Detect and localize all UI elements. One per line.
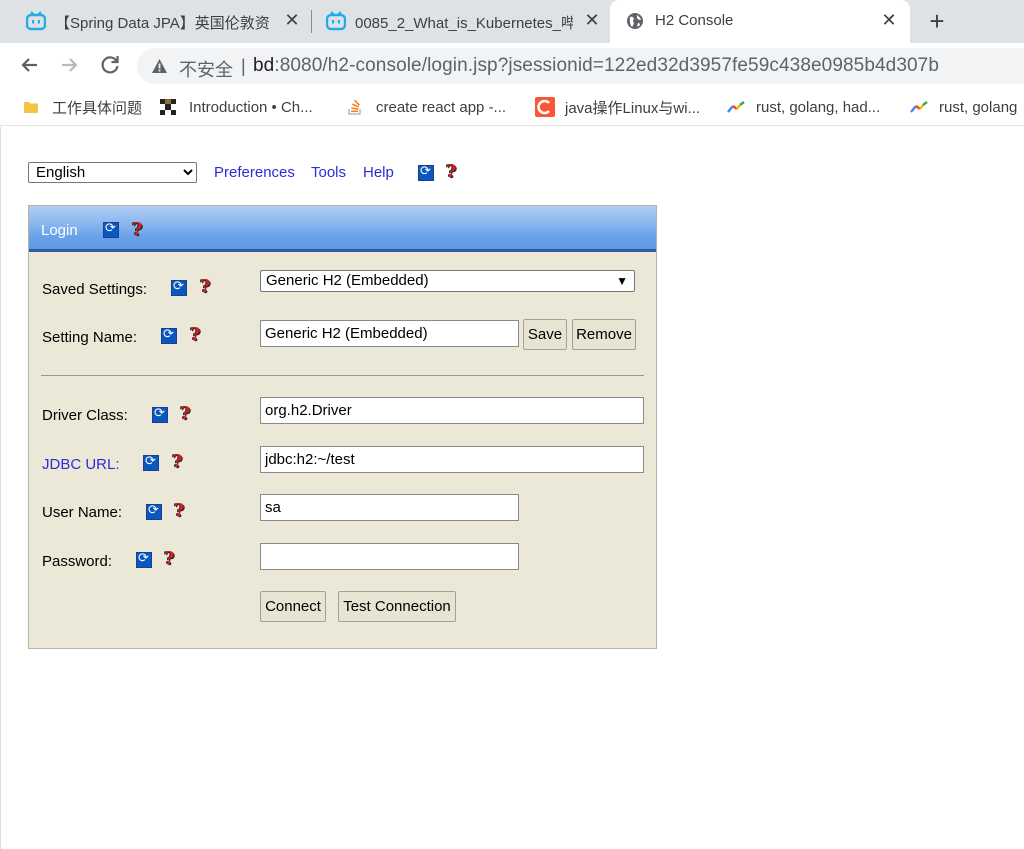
folder-icon bbox=[24, 102, 38, 113]
tab-strip: 【Spring Data JPA】英国伦敦资 ✕ 0085_2_What_is_… bbox=[0, 0, 1024, 43]
bookmark-work-issues[interactable]: 工作具体问题 bbox=[23, 97, 142, 117]
driver-class-field[interactable] bbox=[260, 397, 644, 424]
browser-toolbar: 不安全 | bd:8080/h2-console/login.jsp?jsess… bbox=[0, 43, 1024, 88]
bookmark-label: java操作Linux与wi... bbox=[565, 99, 701, 117]
bilibili-icon bbox=[26, 11, 46, 31]
tab-spring-data-jpa[interactable]: 【Spring Data JPA】英国伦敦资 ✕ bbox=[0, 0, 308, 43]
help-icon[interactable]: ? bbox=[172, 453, 184, 471]
tools-link[interactable]: Tools bbox=[311, 164, 346, 181]
bookmark-java-linux[interactable]: java操作Linux与wi... bbox=[535, 97, 700, 117]
tab-title: H2 Console bbox=[655, 12, 734, 29]
help-icon[interactable]: ? bbox=[174, 502, 186, 520]
saved-settings-select[interactable]: Generic H2 (Embedded) ▼ bbox=[260, 270, 635, 292]
driver-class-label: Driver Class: bbox=[42, 407, 128, 424]
url-path: :8080/h2-console/login.jsp?jsessionid=12… bbox=[274, 55, 939, 76]
remove-button[interactable]: Remove bbox=[572, 319, 636, 350]
csdn-icon bbox=[535, 97, 555, 117]
jdbc-url-label[interactable]: JDBC URL: bbox=[42, 456, 120, 473]
password-label: Password: bbox=[42, 553, 113, 570]
refresh-icon[interactable] bbox=[136, 551, 152, 568]
bookmarks-bar: 工作具体问题 Introduction • Ch... create react… bbox=[0, 88, 1024, 126]
new-tab-button[interactable]: + bbox=[925, 6, 949, 36]
bookmark-rust-golang-had[interactable]: rust, golang, had... bbox=[727, 97, 880, 117]
chevron-down-icon: ▼ bbox=[616, 274, 628, 288]
bookmark-label: Introduction • Ch... bbox=[189, 98, 313, 116]
refresh-icon[interactable] bbox=[143, 454, 159, 471]
globe-icon bbox=[627, 13, 643, 29]
url-text[interactable]: bd:8080/h2-console/login.jsp?jsessionid=… bbox=[253, 55, 939, 77]
close-icon[interactable]: ✕ bbox=[879, 9, 899, 31]
bookmark-create-react-app[interactable]: create react app -... bbox=[347, 97, 506, 117]
language-select[interactable]: English bbox=[28, 162, 197, 183]
login-panel: Login ? Saved Settings: ? Generic H2 (Em… bbox=[28, 205, 657, 649]
trends-icon bbox=[910, 101, 928, 113]
test-connection-button[interactable]: Test Connection bbox=[338, 591, 456, 622]
refresh-icon[interactable] bbox=[418, 164, 434, 181]
saved-settings-value: Generic H2 (Embedded) bbox=[266, 272, 429, 289]
refresh-icon[interactable] bbox=[171, 279, 187, 296]
book-icon bbox=[160, 99, 176, 115]
password-field[interactable] bbox=[260, 543, 519, 570]
setting-name-label: Setting Name: bbox=[42, 329, 138, 346]
bookmark-label: rust, golang, had... bbox=[756, 98, 881, 116]
bilibili-icon bbox=[326, 11, 346, 31]
address-bar[interactable]: 不安全 | bd:8080/h2-console/login.jsp?jsess… bbox=[137, 48, 1024, 84]
login-header: Login ? bbox=[29, 206, 656, 252]
connect-button[interactable]: Connect bbox=[260, 591, 326, 622]
help-icon[interactable]: ? bbox=[190, 326, 202, 344]
help-icon[interactable]: ? bbox=[446, 163, 458, 181]
bookmark-label: rust, golang bbox=[939, 98, 1018, 116]
bookmark-label: create react app -... bbox=[376, 98, 507, 116]
login-title: Login bbox=[41, 222, 78, 239]
trends-icon bbox=[727, 101, 745, 113]
tab-title: 0085_2_What_is_Kubernetes_哔 bbox=[355, 15, 573, 32]
setting-name-field[interactable] bbox=[260, 320, 519, 347]
help-icon[interactable]: ? bbox=[180, 405, 192, 423]
close-icon[interactable]: ✕ bbox=[282, 9, 302, 31]
bookmark-rust-golang[interactable]: rust, golang bbox=[910, 97, 1017, 117]
help-link[interactable]: Help bbox=[363, 164, 394, 181]
back-icon[interactable] bbox=[17, 52, 43, 78]
user-name-label: User Name: bbox=[42, 504, 123, 521]
divider bbox=[41, 375, 644, 376]
help-icon[interactable]: ? bbox=[200, 278, 212, 296]
preferences-link[interactable]: Preferences bbox=[214, 164, 295, 181]
user-name-field[interactable] bbox=[260, 494, 519, 521]
bookmark-introduction[interactable]: Introduction • Ch... bbox=[160, 97, 313, 117]
refresh-icon[interactable] bbox=[146, 503, 162, 520]
insecure-label[interactable]: 不安全 bbox=[179, 56, 233, 82]
stackoverflow-icon bbox=[348, 99, 361, 115]
refresh-icon[interactable] bbox=[103, 221, 119, 238]
saved-settings-label: Saved Settings: bbox=[42, 281, 148, 298]
reload-icon[interactable] bbox=[97, 52, 123, 78]
warning-icon[interactable] bbox=[151, 58, 168, 74]
refresh-icon[interactable] bbox=[152, 406, 168, 423]
help-icon[interactable]: ? bbox=[132, 221, 144, 239]
forward-icon[interactable] bbox=[56, 52, 82, 78]
h2-console-page: English Preferences Tools Help ? Login ?… bbox=[0, 127, 1024, 849]
tab-title: 【Spring Data JPA】英国伦敦资 bbox=[55, 15, 270, 32]
url-host: bd bbox=[253, 55, 275, 76]
jdbc-url-field[interactable] bbox=[260, 446, 644, 473]
bookmark-label: 工作具体问题 bbox=[52, 99, 143, 117]
tab-kubernetes[interactable]: 0085_2_What_is_Kubernetes_哔 ✕ bbox=[300, 0, 610, 43]
close-icon[interactable]: ✕ bbox=[582, 9, 602, 31]
tab-h2-console[interactable]: H2 Console ✕ bbox=[610, 0, 910, 43]
save-button[interactable]: Save bbox=[523, 319, 567, 350]
help-icon[interactable]: ? bbox=[164, 550, 176, 568]
refresh-icon[interactable] bbox=[161, 327, 177, 344]
address-separator: | bbox=[241, 56, 246, 76]
